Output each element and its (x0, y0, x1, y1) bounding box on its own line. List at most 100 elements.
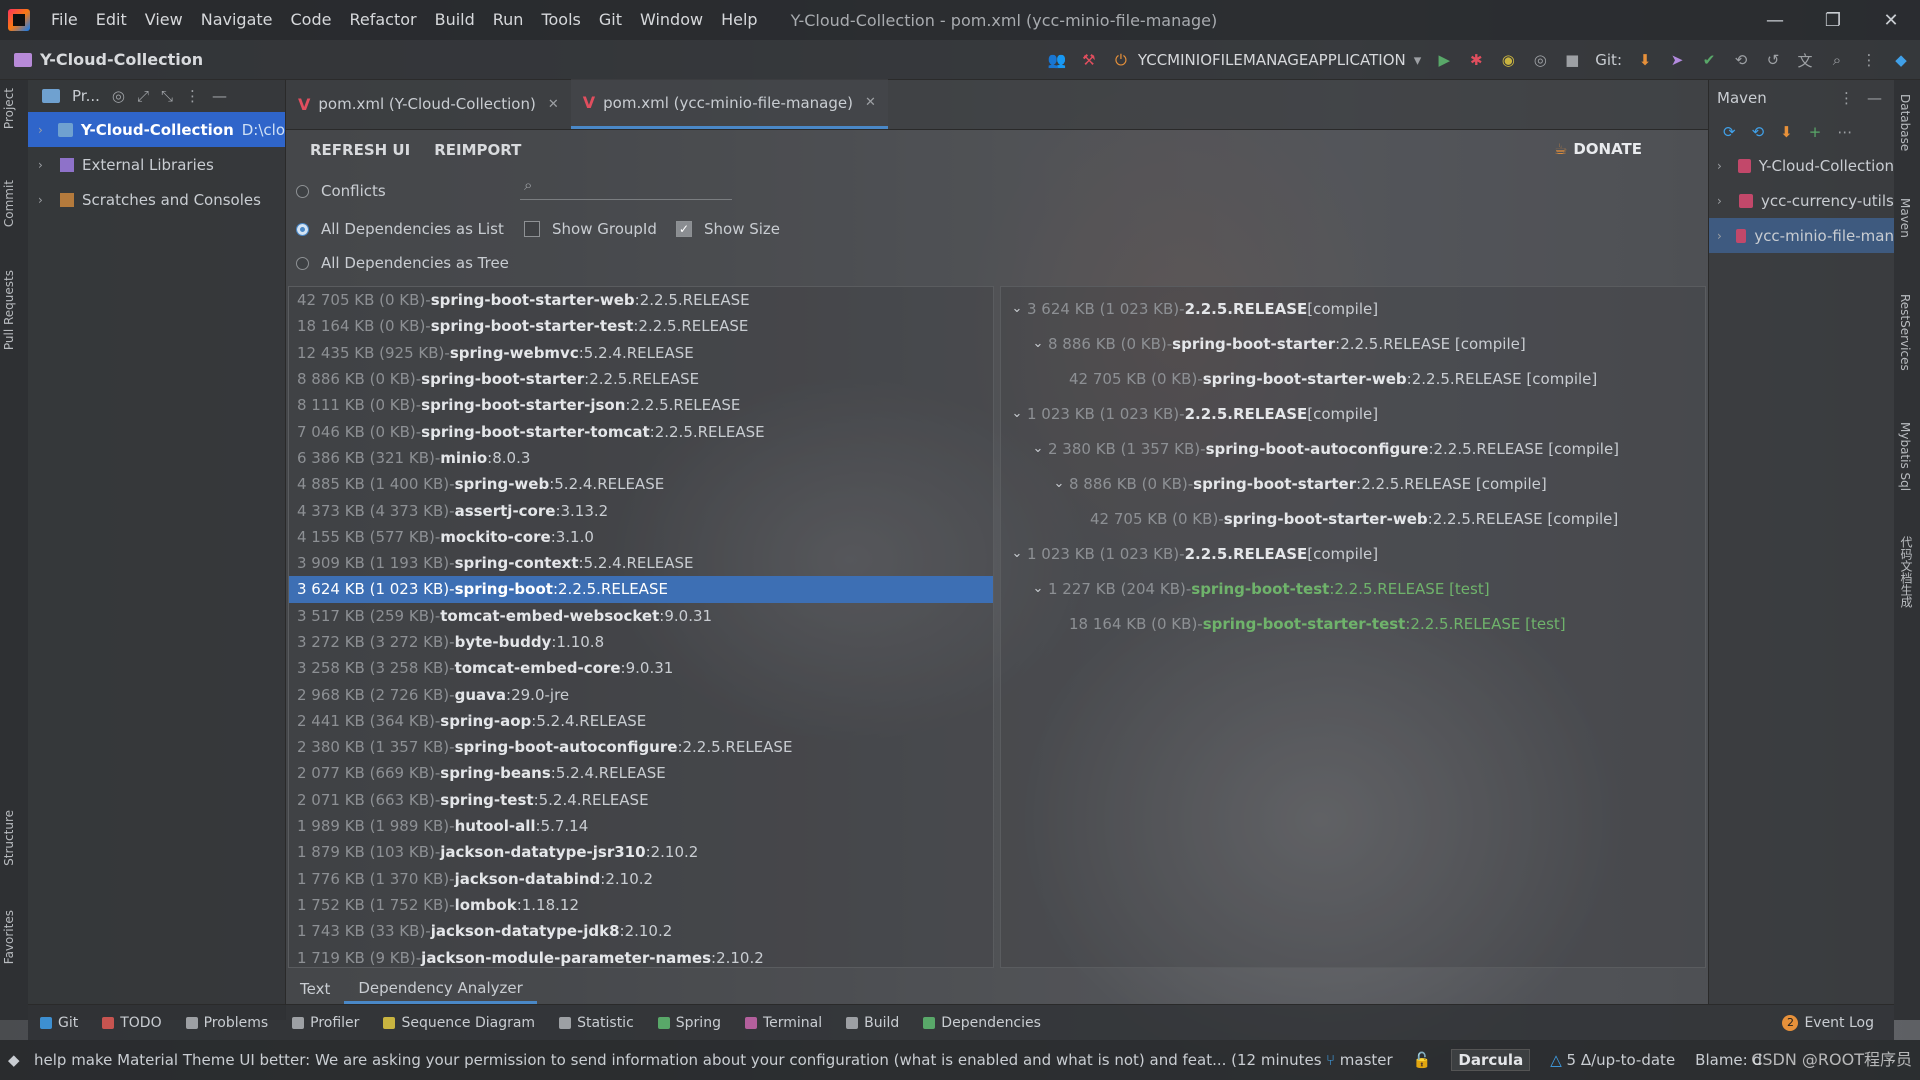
menu-build[interactable]: Build (426, 0, 484, 40)
profile-icon[interactable]: ◎ (1531, 51, 1549, 69)
run-icon[interactable]: ▶ (1435, 51, 1453, 69)
dependency-row[interactable]: 3 258 KB (3 258 KB) - tomcat-embed-core … (289, 655, 993, 681)
tool-window-profiler[interactable]: Profiler (280, 1015, 371, 1031)
chevron-down-icon[interactable]: ⌄ (1007, 301, 1027, 316)
chevron-down-icon[interactable]: ⌄ (1007, 546, 1027, 561)
tool-window-spring[interactable]: Spring (646, 1015, 733, 1031)
event-log-button[interactable]: 2 Event Log (1782, 1014, 1874, 1031)
menu-file[interactable]: File (42, 0, 87, 40)
usage-tree-node[interactable]: ⌄ 1 227 KB (204 KB) - spring-boot-test : … (1001, 571, 1705, 606)
project-view-selector[interactable]: Pr... (72, 87, 100, 105)
dependency-row[interactable]: 7 046 KB (0 KB) - spring-boot-starter-to… (289, 418, 993, 444)
chevron-down-icon[interactable]: ⌄ (1028, 581, 1048, 596)
maven-project-item[interactable]: › ycc-currency-utils (1709, 183, 1894, 218)
usage-tree-node[interactable]: ⌄ 1 023 KB (1 023 KB) - 2.2.5.RELEASE [co… (1001, 536, 1705, 571)
dependency-row[interactable]: 2 968 KB (2 726 KB) - guava : 29.0-jre (289, 681, 993, 707)
add-icon[interactable]: + (1809, 123, 1822, 141)
menu-view[interactable]: View (136, 0, 192, 40)
menu-run[interactable]: Run (484, 0, 533, 40)
chevron-right-icon[interactable]: › (38, 123, 50, 137)
usage-tree-node[interactable]: ⌄ 8 886 KB (0 KB) - spring-boot-starter :… (1001, 466, 1705, 501)
close-tab-icon[interactable]: ✕ (865, 95, 876, 110)
donate-button[interactable]: ☕ DONATE (1554, 140, 1642, 158)
lock-icon[interactable]: 🔓 (1413, 1051, 1432, 1069)
dependency-row[interactable]: 1 879 KB (103 KB) - jackson-datatype-jsr… (289, 839, 993, 865)
project-breadcrumb[interactable]: Y-Cloud-Collection (14, 50, 203, 69)
tool-window-problems[interactable]: Problems (174, 1015, 281, 1031)
collapse-all-icon[interactable]: ⤡ (161, 87, 173, 105)
stripe-tab-structure[interactable]: Structure (2, 810, 16, 866)
translate-icon[interactable]: 文 (1796, 51, 1814, 70)
dependency-row[interactable]: 6 386 KB (321 KB) - minio : 8.0.3 (289, 445, 993, 471)
chevron-right-icon[interactable]: › (1717, 194, 1731, 208)
git-push-icon[interactable]: ➤ (1668, 51, 1686, 69)
menu-git[interactable]: Git (590, 0, 631, 40)
show-groupid-checkbox[interactable] (524, 221, 540, 237)
dependency-row[interactable]: 12 435 KB (925 KB) - spring-webmvc : 5.2… (289, 340, 993, 366)
git-commit-icon[interactable]: ✔ (1700, 51, 1718, 69)
usage-tree-node[interactable]: ⌄ 8 886 KB (0 KB) - spring-boot-starter :… (1001, 326, 1705, 361)
chevron-right-icon[interactable]: › (38, 193, 52, 207)
menu-tools[interactable]: Tools (532, 0, 589, 40)
usage-tree-node[interactable]: ⌄ 1 023 KB (1 023 KB) - 2.2.5.RELEASE [co… (1001, 396, 1705, 431)
dependency-row[interactable]: 4 373 KB (4 373 KB) - assertj-core : 3.1… (289, 497, 993, 523)
dependency-row[interactable]: 42 705 KB (0 KB) - spring-boot-starter-w… (289, 287, 993, 313)
hide-icon[interactable]: — (1867, 89, 1882, 107)
dependency-search-input[interactable]: ⌕ (520, 170, 732, 200)
refresh-ui-button[interactable]: REFRESH UI (310, 141, 410, 159)
stripe-tab-rest-services[interactable]: RestServices (1898, 294, 1912, 371)
usage-tree-node[interactable]: 42 705 KB (0 KB) - spring-boot-starter-w… (1001, 361, 1705, 396)
stop-icon[interactable]: ■ (1563, 51, 1581, 69)
close-tab-icon[interactable]: ✕ (548, 97, 559, 112)
tool-window-build[interactable]: Build (834, 1015, 911, 1031)
notification-icon[interactable]: ◆ (8, 1051, 20, 1069)
tab-pom-root[interactable]: V pom.xml (Y-Cloud-Collection) ✕ (286, 79, 571, 129)
hide-icon[interactable]: — (212, 87, 227, 105)
tool-window-dependencies[interactable]: Dependencies (911, 1015, 1053, 1031)
maven-project-item[interactable]: › ycc-minio-file-man (1709, 218, 1894, 253)
usage-tree-node[interactable]: 42 705 KB (0 KB) - spring-boot-starter-w… (1001, 501, 1705, 536)
rollback-icon[interactable]: ↺ (1764, 51, 1782, 69)
git-update-icon[interactable]: ⬇ (1636, 51, 1654, 69)
dependency-row[interactable]: 4 885 KB (1 400 KB) - spring-web : 5.2.4… (289, 471, 993, 497)
dependency-row[interactable]: 2 441 KB (364 KB) - spring-aop : 5.2.4.R… (289, 708, 993, 734)
dependency-row[interactable]: 1 743 KB (33 KB) - jackson-datatype-jdk8… (289, 918, 993, 944)
stripe-tab-mybatis[interactable]: Mybatis Sql (1898, 422, 1912, 491)
tree-item-scratches[interactable]: › Scratches and Consoles (28, 182, 285, 217)
chevron-right-icon[interactable]: › (1717, 229, 1728, 243)
history-icon[interactable]: ⟲ (1732, 51, 1750, 69)
options-icon[interactable]: ⋮ (1839, 89, 1854, 107)
tree-item-external-libraries[interactable]: › External Libraries (28, 147, 285, 182)
download-icon[interactable]: ⬇ (1780, 123, 1793, 141)
reimport-button[interactable]: REIMPORT (434, 141, 521, 159)
menu-code[interactable]: Code (282, 0, 341, 40)
chevron-down-icon[interactable]: ⌄ (1028, 441, 1048, 456)
jetbrains-toolbox-icon[interactable]: ◆ (1892, 51, 1910, 69)
coverage-icon[interactable]: ◉ (1499, 51, 1517, 69)
minimize-icon[interactable]: — (1746, 0, 1804, 40)
stripe-tab-project[interactable]: Project (2, 88, 16, 129)
dependency-row[interactable]: 1 719 KB (9 KB) - jackson-module-paramet… (289, 944, 993, 967)
tab-dependency-analyzer[interactable]: Dependency Analyzer (344, 974, 537, 1004)
dependency-row[interactable]: 2 380 KB (1 357 KB) - spring-boot-autoco… (289, 734, 993, 760)
maven-project-item[interactable]: › Y-Cloud-Collection (1709, 148, 1894, 183)
tree-item-root[interactable]: › Y-Cloud-Collection D:\clo (28, 112, 285, 147)
stripe-tab-database[interactable]: Database (1898, 94, 1912, 151)
tool-window-terminal[interactable]: Terminal (733, 1015, 834, 1031)
tree-mode-radio[interactable] (296, 256, 309, 270)
show-groupid-option[interactable]: Show GroupId (524, 220, 657, 238)
tool-window-sequence-diagram[interactable]: Sequence Diagram (371, 1015, 547, 1031)
conflicts-radio[interactable] (296, 184, 309, 198)
chevron-right-icon[interactable]: › (1717, 159, 1730, 173)
dependency-row[interactable]: 1 989 KB (1 989 KB) - hutool-all : 5.7.1… (289, 813, 993, 839)
usage-tree-node[interactable]: ⌄ 3 624 KB (1 023 KB) - 2.2.5.RELEASE [co… (1001, 291, 1705, 326)
stripe-tab-commit[interactable]: Commit (2, 180, 16, 227)
dependency-row[interactable]: 4 155 KB (577 KB) - mockito-core : 3.1.0 (289, 524, 993, 550)
options-icon[interactable]: ⋮ (185, 87, 200, 105)
stripe-tab-favorites[interactable]: Favorites (2, 910, 16, 964)
dependency-row[interactable]: 3 517 KB (259 KB) - tomcat-embed-websock… (289, 603, 993, 629)
hammer-icon[interactable]: ⚒ (1080, 51, 1098, 69)
tab-pom-minio[interactable]: V pom.xml (ycc-minio-file-manage) ✕ (570, 79, 888, 129)
tool-window-todo[interactable]: TODO (90, 1015, 173, 1031)
list-mode-radio[interactable] (296, 222, 309, 236)
